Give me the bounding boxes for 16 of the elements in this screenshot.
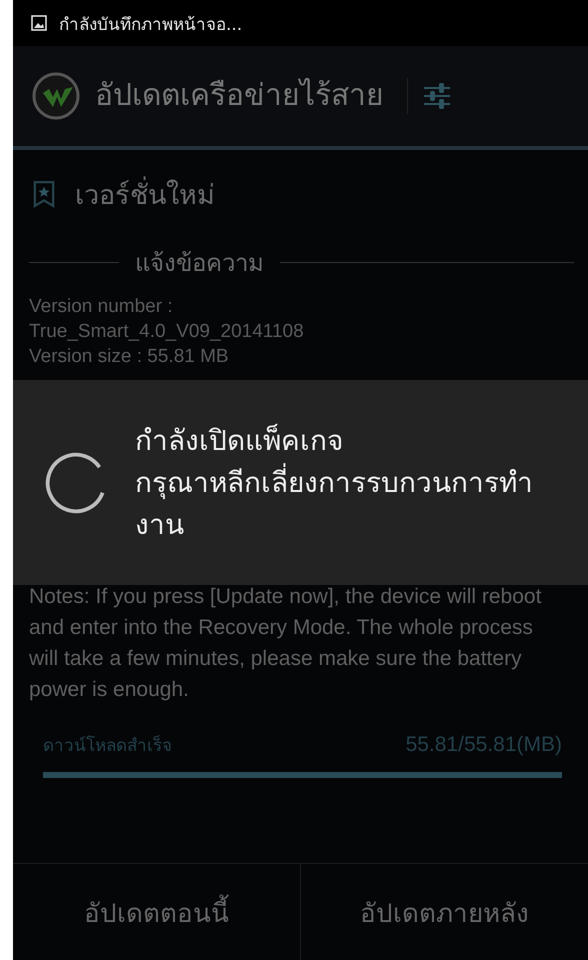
- dialog-message: กำลังเปิดแพ็คเกจ: [135, 422, 344, 458]
- app-title: อัปเดตเครือข่ายไร้สาย: [95, 77, 385, 115]
- notes-text: Notes: If you press [Update now], the device will reboot and enter into the Recovery Mode. The whole process will take a few minutes, please make sure the battery power is enough.: [29, 584, 542, 703]
- app-logo-icon: [31, 71, 81, 121]
- bookmark-star-icon: [33, 180, 55, 208]
- version-detail: Version number :: [29, 295, 174, 319]
- notification-text: กำลังบันทึกภาพหน้าจอ...: [59, 14, 242, 36]
- image-icon: [31, 15, 47, 31]
- download-status: ดาวน์โหลดสำเร็จ: [43, 734, 172, 758]
- version-detail: Version size : 55.81 MB: [29, 345, 230, 369]
- download-size: 55.81/55.81(MB): [406, 732, 562, 756]
- section-title: เวอร์ชั่นใหม่: [75, 172, 215, 216]
- version-detail: True_Smart_4.0_V09_20141108: [29, 320, 305, 344]
- settings-icon[interactable]: [422, 81, 452, 111]
- dialog-message: กรุณาหลีกเลี่ยงการรบกวนการทำงาน: [135, 462, 535, 546]
- section-subheading: แจ้งข้อความ: [135, 248, 264, 278]
